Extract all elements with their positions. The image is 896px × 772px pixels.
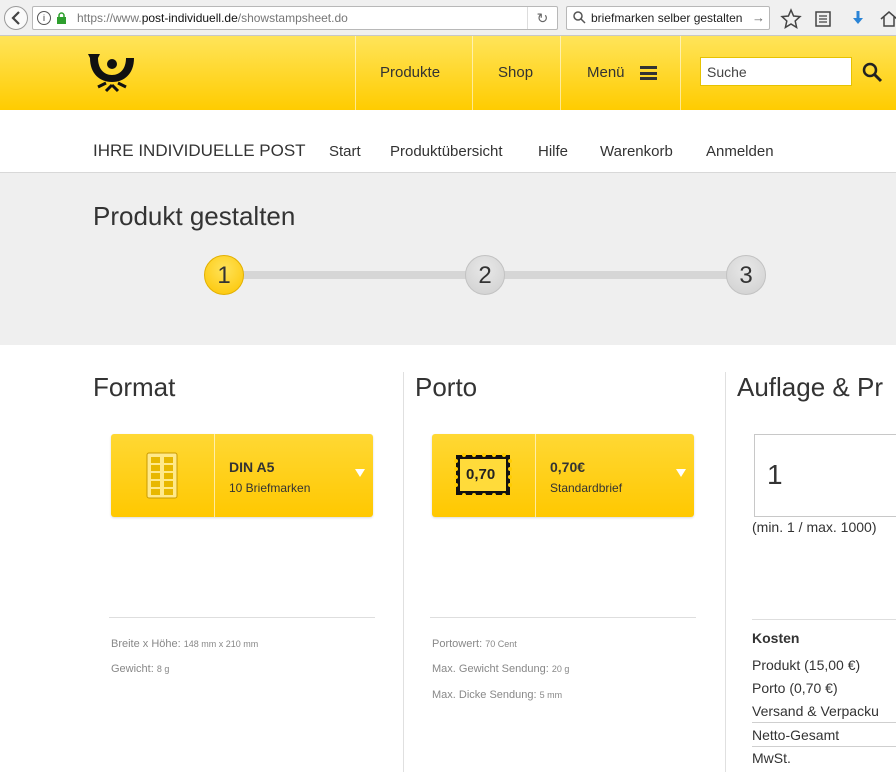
- info-divider: [109, 617, 375, 618]
- nav-shop[interactable]: Shop: [498, 64, 533, 81]
- browser-search-text: briefmarken selber gestalten: [591, 11, 743, 25]
- browser-toolbar: i https://www.post-individuell.de/showst…: [0, 0, 896, 36]
- porto-info-value: Portowert: 70 Cent: [432, 638, 517, 650]
- header-divider: [680, 36, 681, 110]
- reload-icon[interactable]: ↻: [527, 7, 557, 29]
- header-divider: [560, 36, 561, 110]
- step-1[interactable]: 1: [204, 255, 244, 295]
- format-info-size: Breite x Höhe: 148 mm x 210 mm: [111, 638, 259, 650]
- cost-row-netto: Netto-Gesamt: [752, 727, 840, 743]
- download-icon[interactable]: [847, 8, 869, 30]
- page-title: Produkt gestalten: [93, 201, 296, 231]
- nav-menu[interactable]: Menü: [587, 64, 625, 81]
- porto-sub: Standardbrief: [550, 481, 623, 495]
- subnav-start[interactable]: Start: [329, 143, 361, 160]
- home-icon[interactable]: [878, 8, 896, 30]
- site-search-input[interactable]: [700, 57, 852, 86]
- address-bar[interactable]: i https://www.post-individuell.de/showst…: [32, 6, 558, 30]
- dropdown-divider: [214, 434, 215, 517]
- cost-row-mwst: MwSt.: [752, 750, 791, 766]
- costs-heading: Kosten: [752, 630, 800, 646]
- step-2[interactable]: 2: [465, 255, 505, 295]
- product-banner: Produkt gestalten 1 2 3: [0, 173, 896, 345]
- column-divider: [725, 372, 726, 772]
- format-selected: DIN A5: [229, 459, 275, 475]
- stamp-value: 0,70: [466, 466, 496, 483]
- stamp-sheet-icon: [146, 452, 178, 499]
- subnav-hilfe[interactable]: Hilfe: [538, 143, 568, 160]
- quantity-hint: (min. 1 / max. 1000): [752, 519, 877, 535]
- format-dropdown[interactable]: DIN A5 10 Briefmarken: [111, 434, 373, 517]
- porto-info-thickness: Max. Dicke Sendung: 5 mm: [432, 689, 563, 701]
- porto-selected: 0,70€: [550, 459, 586, 475]
- arrow-right-icon[interactable]: →: [752, 10, 765, 25]
- header-divider: [472, 36, 473, 110]
- arrow-left-icon: [11, 11, 20, 25]
- porto-title: Porto: [415, 372, 478, 402]
- reading-list-icon[interactable]: [812, 8, 834, 30]
- lock-icon: [57, 12, 66, 24]
- cost-row-porto: Porto (0,70 €): [752, 680, 838, 696]
- cost-row-produkt: Produkt (15,00 €): [752, 657, 861, 673]
- nav-produkte[interactable]: Produkte: [380, 64, 440, 81]
- deutsche-post-horn-logo[interactable]: [86, 52, 138, 94]
- quantity-input[interactable]: 1: [754, 434, 896, 517]
- search-icon[interactable]: [860, 60, 884, 84]
- search-icon: [573, 11, 586, 24]
- info-icon[interactable]: i: [37, 11, 51, 25]
- column-divider: [403, 372, 404, 772]
- subnav-warenkorb[interactable]: Warenkorb: [600, 143, 673, 160]
- url-text: https://www.post-individuell.de/showstam…: [77, 11, 348, 25]
- porto-dropdown[interactable]: 0,70 0,70€ Standardbrief: [432, 434, 694, 517]
- cost-row-versand: Versand & Verpacku: [752, 703, 879, 719]
- bookmark-star-icon[interactable]: [780, 8, 802, 30]
- auflage-title: Auflage & Pr: [737, 372, 883, 402]
- cost-divider: [752, 746, 896, 747]
- format-info-weight: Gewicht: 8 g: [111, 663, 170, 675]
- info-divider: [430, 617, 696, 618]
- step-3[interactable]: 3: [726, 255, 766, 295]
- format-title: Format: [93, 372, 176, 402]
- cost-divider: [752, 722, 896, 723]
- header-divider: [355, 36, 356, 110]
- brand-title[interactable]: IHRE INDIVIDUELLE POST: [93, 141, 306, 161]
- chevron-down-icon: [355, 469, 365, 477]
- chevron-down-icon: [676, 469, 686, 477]
- porto-info-weight: Max. Gewicht Sendung: 20 g: [432, 663, 570, 675]
- subnav-anmelden[interactable]: Anmelden: [706, 143, 774, 160]
- browser-search-bar[interactable]: briefmarken selber gestalten →: [566, 6, 770, 30]
- site-header: Produkte Shop Menü: [0, 36, 896, 110]
- cost-divider: [752, 619, 896, 620]
- back-button[interactable]: [4, 6, 28, 30]
- menu-icon[interactable]: [640, 66, 657, 80]
- format-sub: 10 Briefmarken: [229, 481, 311, 495]
- dropdown-divider: [535, 434, 536, 517]
- subnav-produktuebersicht[interactable]: Produktübersicht: [390, 143, 503, 160]
- sub-navigation: IHRE INDIVIDUELLE POST Start Produktüber…: [0, 110, 896, 173]
